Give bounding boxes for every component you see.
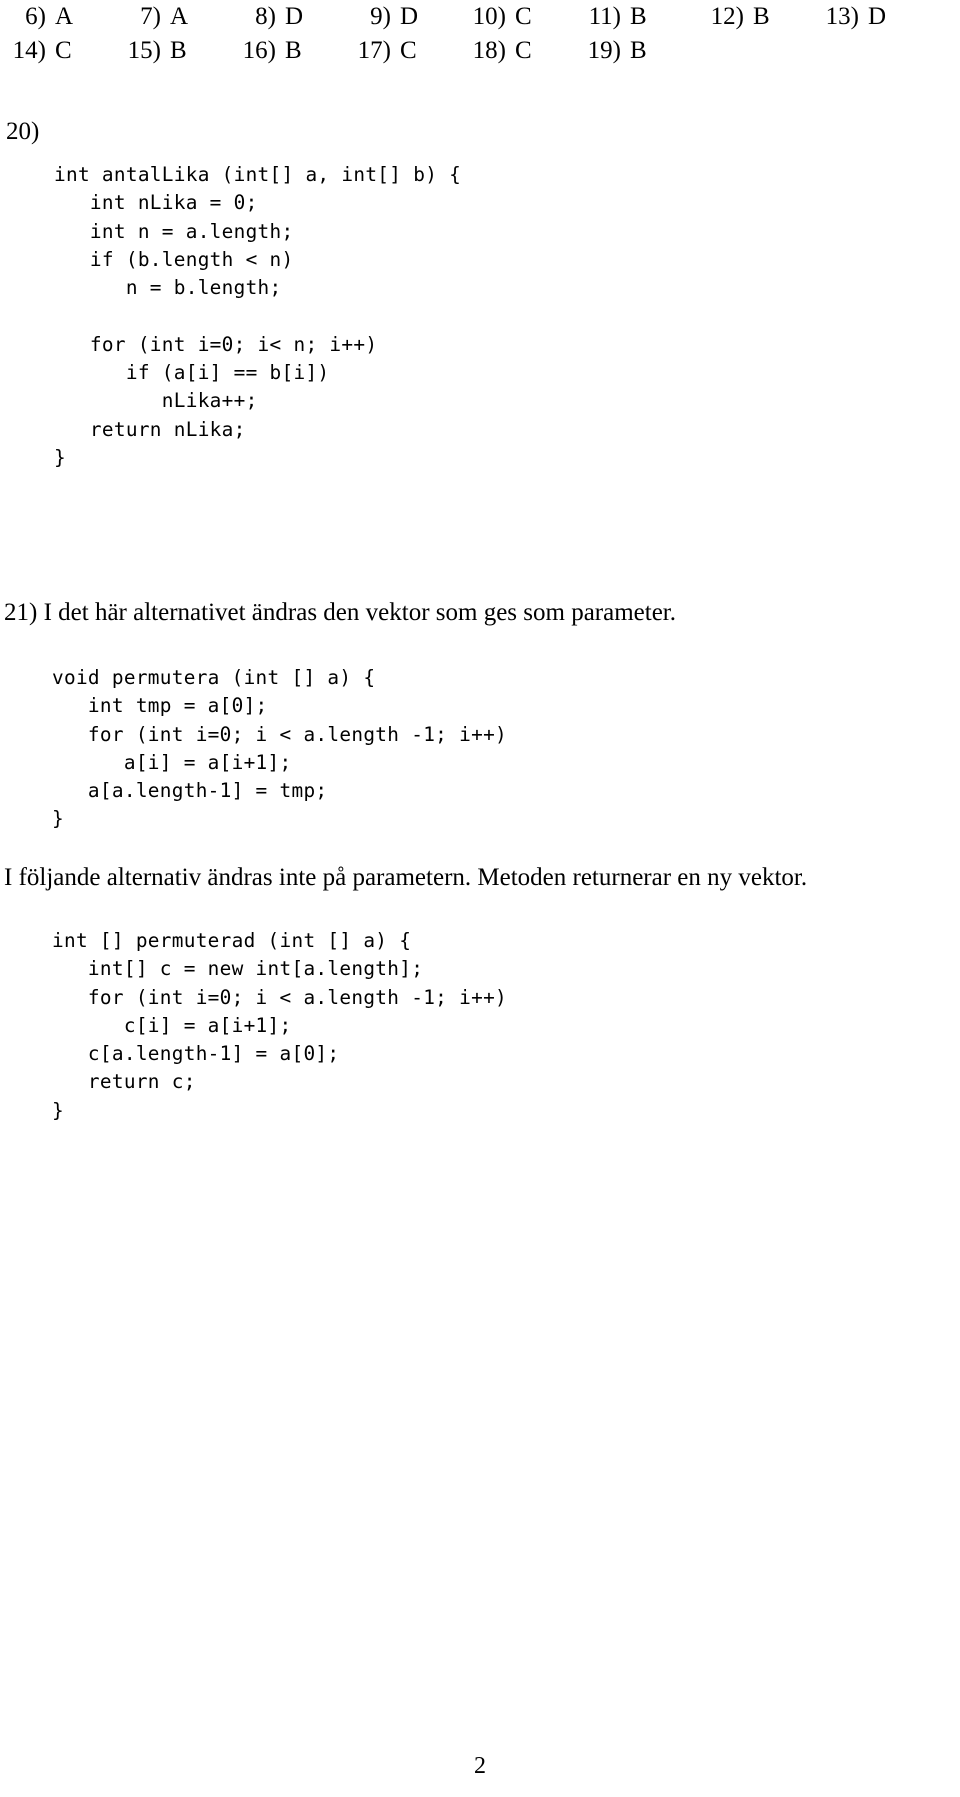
answer-cell-8: 8) D (230, 0, 345, 34)
answer-letter: D (400, 3, 419, 30)
answer-number: 6) (25, 3, 46, 30)
answer-number: 14) (12, 37, 46, 64)
answer-number: 19) (587, 37, 621, 64)
code-block-permuterad: int [] permuterad (int [] a) { int[] c =… (52, 929, 508, 1122)
answer-cell-11: 11) B (575, 0, 690, 34)
answer-key-table: 6) A 7) A 8) D 9) D 10) C 11) B 12) B 13… (0, 0, 920, 68)
answer-number: 7) (140, 3, 161, 30)
answer-letter: A (55, 3, 74, 30)
answer-letter: B (630, 37, 647, 64)
answer-number: 11) (588, 3, 621, 30)
answer-letter: B (753, 3, 770, 30)
answer-letter: C (55, 37, 72, 64)
page-number: 2 (474, 1753, 486, 1779)
answer-cell-14: 14) C (0, 34, 115, 68)
answer-cell-12: 12) B (690, 0, 805, 34)
answer-number: 18) (472, 37, 506, 64)
answer-number: 12) (710, 3, 744, 30)
answer-key-row: 14) C 15) B 16) B 17) C 18) C 19) B (0, 34, 920, 68)
answer-letter: B (170, 37, 187, 64)
answer-cell-9: 9) D (345, 0, 460, 34)
answer-number: 16) (242, 37, 276, 64)
answer-number: 10) (472, 3, 506, 30)
question-21-note: I följande alternativ ändras inte på par… (4, 864, 808, 891)
answer-cell-6: 6) A (0, 0, 115, 34)
answer-cell-15: 15) B (115, 34, 230, 68)
question-20-label: 20) (6, 118, 40, 145)
answer-cell-19: 19) B (575, 34, 690, 68)
answer-number: 15) (127, 37, 161, 64)
answer-letter: C (515, 37, 532, 64)
code-block-antal-lika: int antalLika (int[] a, int[] b) { int n… (54, 163, 462, 469)
answer-cell-17: 17) C (345, 34, 460, 68)
answer-number: 8) (255, 3, 276, 30)
answer-letter: C (400, 37, 417, 64)
answer-cell-16: 16) B (230, 34, 345, 68)
answer-letter: C (515, 3, 532, 30)
document-page: 6) A 7) A 8) D 9) D 10) C 11) B 12) B 13… (0, 0, 960, 1797)
answer-letter: D (868, 3, 887, 30)
answer-letter: A (170, 3, 189, 30)
answer-cell-18: 18) C (460, 34, 575, 68)
answer-number: 17) (357, 37, 391, 64)
answer-letter: D (285, 3, 304, 30)
answer-cell-10: 10) C (460, 0, 575, 34)
question-21-intro: 21) I det här alternativet ändras den ve… (4, 599, 676, 626)
answer-letter: B (285, 37, 302, 64)
answer-key-row: 6) A 7) A 8) D 9) D 10) C 11) B 12) B 13… (0, 0, 920, 34)
code-block-permutera: void permutera (int [] a) { int tmp = a[… (52, 666, 508, 831)
answer-cell-13: 13) D (805, 0, 920, 34)
answer-number: 9) (370, 3, 391, 30)
answer-cell-7: 7) A (115, 0, 230, 34)
answer-number: 13) (825, 3, 859, 30)
answer-letter: B (630, 3, 647, 30)
